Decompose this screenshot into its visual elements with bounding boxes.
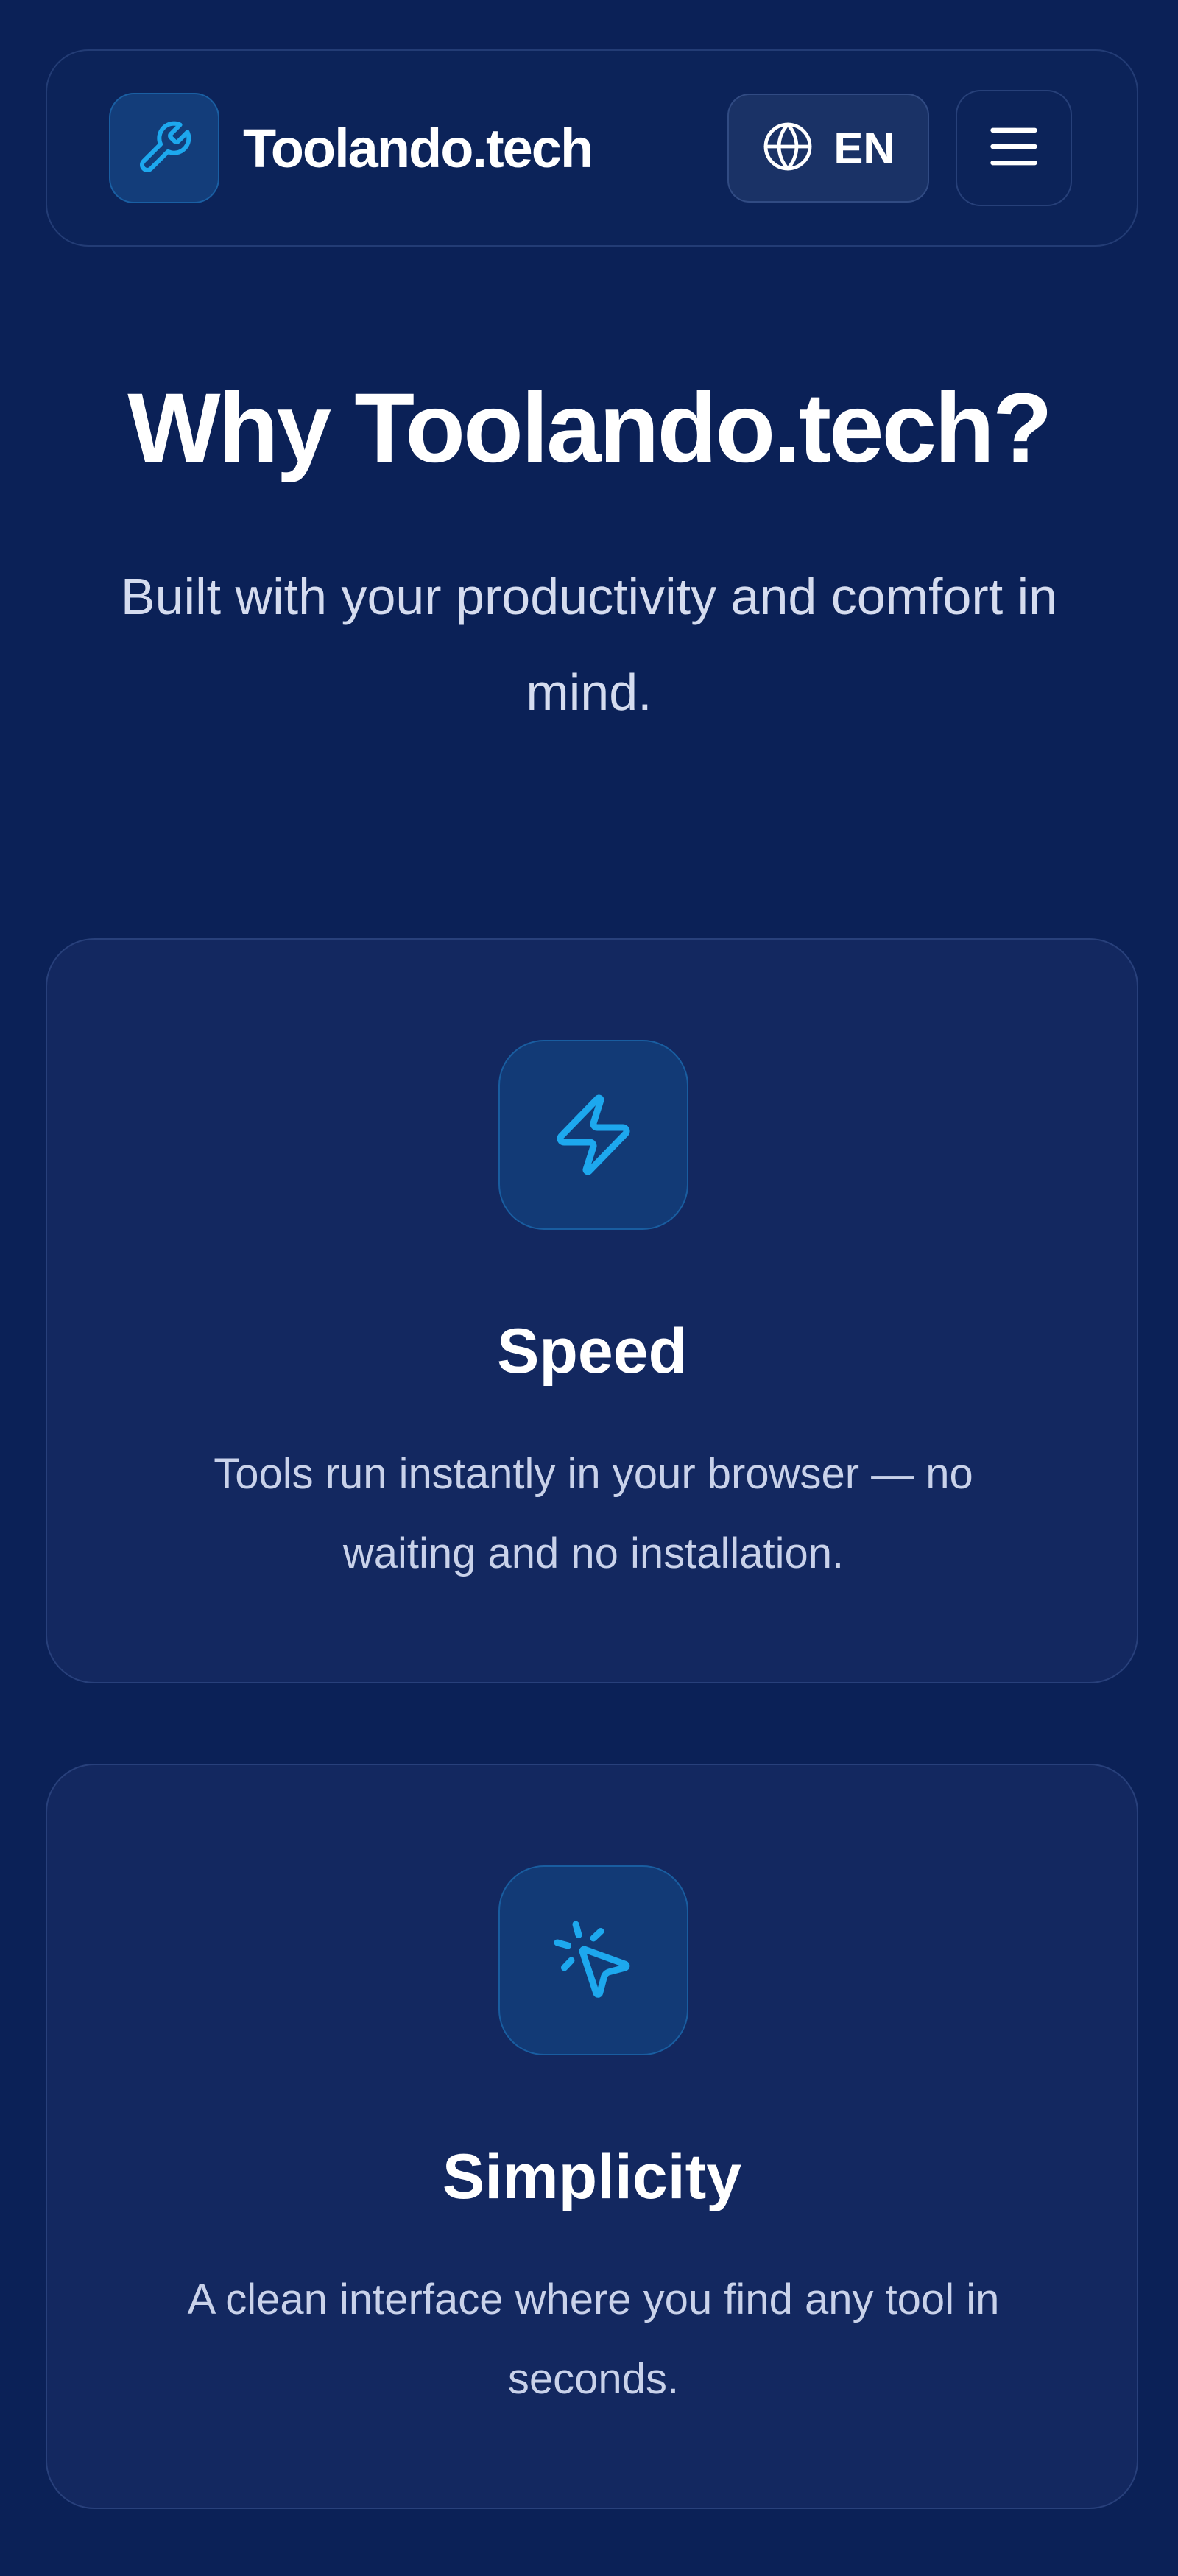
lightning-bolt-icon <box>498 1040 688 1230</box>
brand-name[interactable]: Toolando.tech <box>243 117 593 180</box>
hamburger-icon <box>986 119 1042 178</box>
feature-card-speed: Speed Tools run instantly in your browse… <box>46 938 1138 1683</box>
language-selector-button[interactable]: EN <box>727 94 929 203</box>
site-header: Toolando.tech EN <box>46 49 1138 247</box>
wrench-logo-icon[interactable] <box>109 93 219 203</box>
feature-description: A clean interface where you find any too… <box>187 2276 1000 2403</box>
feature-title: Speed <box>496 1316 688 1387</box>
feature-card-simplicity: Simplicity A clean interface where you f… <box>46 1764 1138 2509</box>
page: Toolando.tech EN Why Toolando.tech? Buil… <box>0 0 1178 2576</box>
cursor-click-icon <box>498 1865 688 2055</box>
hamburger-menu-button[interactable] <box>956 90 1072 206</box>
feature-title: Simplicity <box>442 2142 742 2212</box>
feature-description: Tools run instantly in your browser — no… <box>214 1450 973 1577</box>
hero-subtitle: Built with your productivity and comfort… <box>120 568 1058 721</box>
hero-title: Why Toolando.tech? <box>127 373 1053 483</box>
language-label: EN <box>833 123 895 173</box>
globe-icon <box>761 120 814 177</box>
